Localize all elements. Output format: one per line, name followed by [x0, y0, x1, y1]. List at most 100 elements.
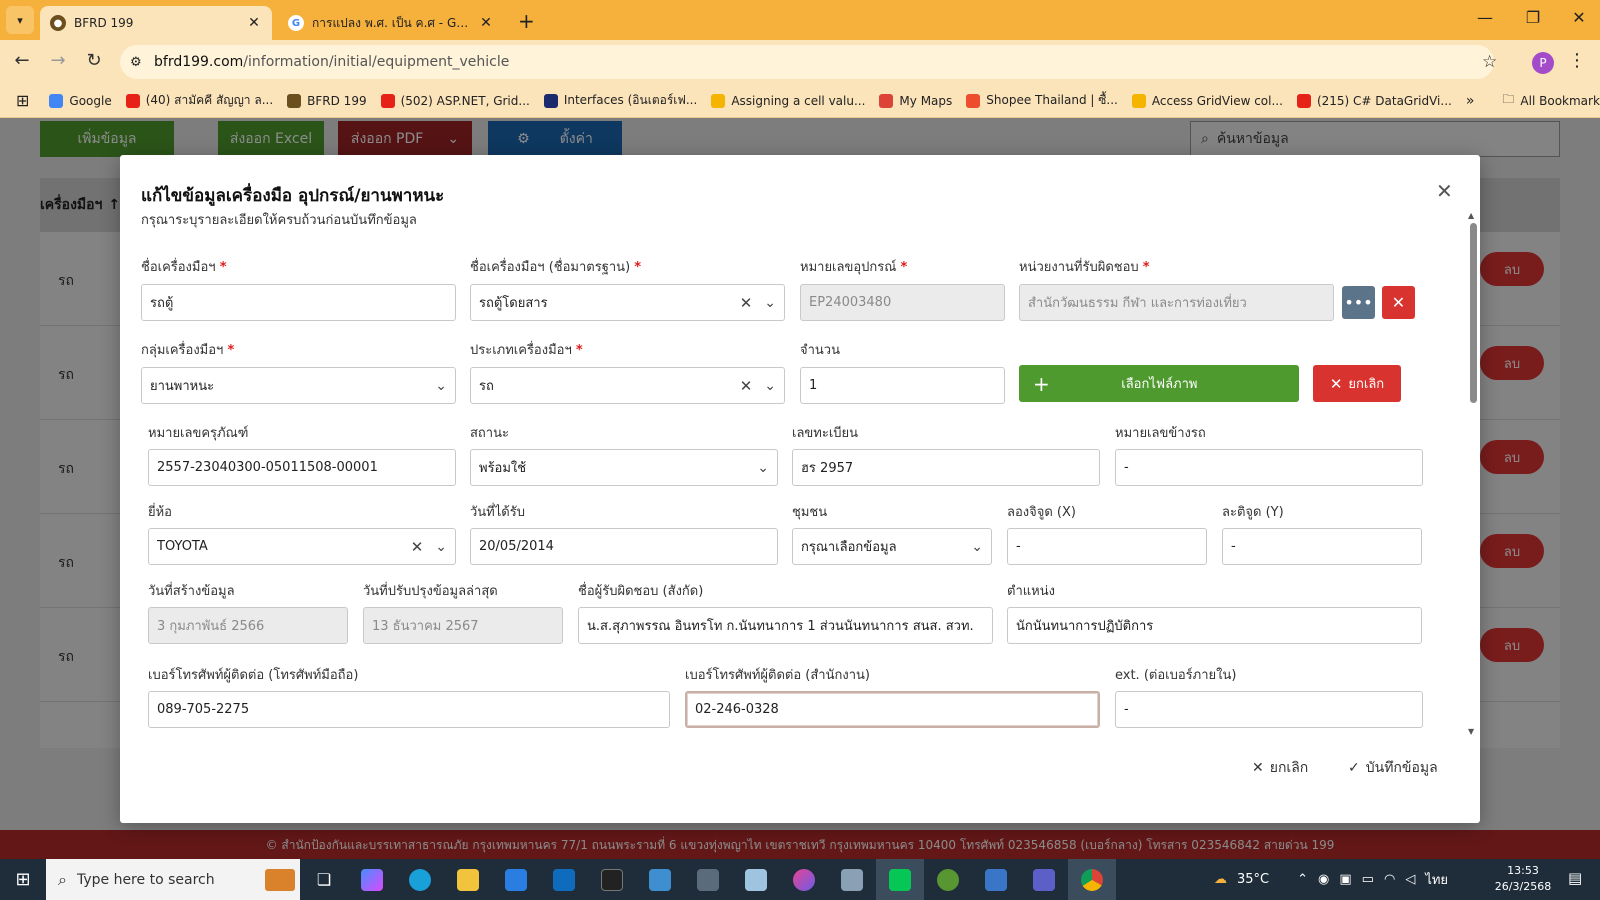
wifi-icon[interactable]: ◠ [1384, 872, 1395, 887]
browser-menu-icon[interactable]: ⋮ [1568, 50, 1586, 71]
brand-select[interactable]: TOYOTA ✕ ⌄ [148, 528, 456, 565]
lon-input[interactable]: - [1007, 528, 1207, 565]
lat-input[interactable]: - [1222, 528, 1422, 565]
bookmark-item[interactable]: Access GridView col... [1131, 93, 1283, 108]
choose-image-button[interactable]: + เลือกไฟล์ภาพ [1019, 365, 1299, 402]
teams-icon[interactable] [1020, 859, 1068, 900]
clear-icon[interactable]: ✕ [740, 377, 753, 395]
bookmark-item[interactable]: (40) สามัคคี สัญญา ล... [125, 91, 273, 110]
chevron-down-icon[interactable]: ⌄ [764, 378, 776, 394]
chevron-down-icon[interactable]: ⌄ [764, 295, 776, 311]
mobile-input[interactable]: 089-705-2275 [148, 691, 670, 728]
std-name-select[interactable]: รถตู้โดยสาร ✕ ⌄ [470, 284, 785, 321]
cancel-image-button[interactable]: ✕ ยกเลิก [1313, 365, 1401, 402]
tray-overflow-icon[interactable]: ⌃ [1297, 872, 1308, 887]
restore-icon[interactable]: ❐ [1518, 8, 1548, 27]
chevron-down-icon[interactable]: ⌄ [435, 539, 447, 555]
url-field[interactable]: bfrd199.com/information/initial/equipmen… [120, 45, 1494, 79]
profile-avatar[interactable]: P [1532, 52, 1554, 74]
outlook-icon[interactable] [540, 859, 588, 900]
clear-icon[interactable]: ✕ [740, 294, 753, 312]
bookmark-item[interactable]: Google [49, 93, 112, 108]
modal-scrollbar[interactable]: ▲ ▼ [1468, 211, 1478, 736]
position-input[interactable]: นักนันทนาการปฏิบัติการ [1007, 607, 1422, 644]
bookmark-item[interactable]: Shopee Thailand | ซื้... [966, 91, 1118, 110]
tab-bfrd[interactable]: ● BFRD 199 ✕ [40, 6, 272, 40]
notification-icon[interactable]: ▤ [1568, 869, 1582, 887]
camera-icon[interactable]: ▣ [1339, 872, 1351, 887]
modal-subtitle: กรุณาระบุรายละเอียดให้ครบถ้วนก่อนบันทึกข… [141, 213, 417, 228]
network-app-icon[interactable] [972, 859, 1020, 900]
control-panel-icon[interactable] [636, 859, 684, 900]
qty-input[interactable]: 1 [800, 367, 1005, 404]
qgis-icon[interactable] [924, 859, 972, 900]
bookmark-item[interactable]: (502) ASP.NET, Grid... [380, 93, 530, 108]
reload-icon[interactable]: ↻ [82, 50, 106, 71]
all-bookmarks[interactable]: 🗀 All Bookmarks [1502, 90, 1600, 111]
file-explorer-icon[interactable] [444, 859, 492, 900]
received-date-input[interactable]: 20/05/2014 [470, 528, 778, 565]
taskbar-search-input[interactable]: ⌕ Type here to search [46, 859, 300, 900]
bookmark-item[interactable]: (215) C# DataGridVi... [1296, 93, 1452, 108]
asset-no-input[interactable]: 2557-23040300-05011508-00001 [148, 449, 456, 486]
bookmarks-overflow-icon[interactable]: » [1466, 93, 1475, 109]
group-select[interactable]: ยานพาหนะ ⌄ [141, 367, 456, 404]
modal-cancel-button[interactable]: ✕ ยกเลิก [1252, 757, 1308, 779]
tab-close-icon[interactable]: ✕ [246, 15, 262, 31]
bookmark-item[interactable]: My Maps [879, 93, 952, 108]
modal-save-button[interactable]: ✓ บันทึกข้อมูล [1348, 757, 1438, 779]
weather-temp[interactable]: 35°C [1237, 872, 1269, 887]
minimize-icon[interactable]: — [1470, 8, 1500, 27]
site-info-icon[interactable]: ⚙ [130, 55, 142, 70]
tools-icon[interactable] [828, 859, 876, 900]
new-tab-icon[interactable]: + [518, 9, 535, 33]
owner-input[interactable]: น.ส.สุภาพรรณ อินทรโท ก.นันทนาการ 1 ส่วนน… [578, 607, 993, 644]
tab-google[interactable]: G การแปลง พ.ศ. เป็น ค.ศ - Google S ✕ [278, 6, 504, 40]
bookmark-item[interactable]: Assigning a cell valu... [711, 93, 865, 108]
tool-name-input[interactable]: รถตู้ [141, 284, 456, 321]
side-no-input[interactable]: - [1115, 449, 1423, 486]
dept-clear-button[interactable]: ✕ [1382, 286, 1415, 319]
edge-icon[interactable] [396, 859, 444, 900]
taskbar-clock[interactable]: 13:53 26/3/2568 [1488, 863, 1558, 895]
office-phone-input[interactable]: 02-246-0328 [685, 691, 1100, 728]
terminal-icon[interactable] [588, 859, 636, 900]
tab-search-chevron-icon[interactable]: ▾ [6, 6, 34, 34]
input-language[interactable]: ไทย [1425, 869, 1448, 890]
forward-icon[interactable]: → [46, 50, 70, 71]
back-icon[interactable]: ← [10, 50, 34, 71]
line-icon[interactable] [876, 859, 924, 900]
modal-close-icon[interactable]: ✕ [1436, 179, 1453, 203]
task-view-icon[interactable]: ❏ [300, 859, 348, 900]
copilot-icon[interactable] [348, 859, 396, 900]
windows-taskbar: ⊞ ⌕ Type here to search ❏ ☁ 35°C ⌃ ◉ ▣ ▭ … [0, 859, 1600, 900]
chevron-down-icon[interactable]: ⌄ [971, 539, 983, 555]
bookmark-item[interactable]: BFRD 199 [287, 93, 367, 108]
calculator-icon[interactable] [684, 859, 732, 900]
status-select[interactable]: พร้อมใช้ ⌄ [470, 449, 778, 486]
bookmark-star-icon[interactable]: ☆ [1482, 52, 1497, 72]
chevron-down-icon[interactable]: ⌄ [757, 460, 769, 476]
chrome-icon[interactable] [1068, 859, 1116, 900]
ext-input[interactable]: - [1115, 691, 1423, 728]
community-select[interactable]: กรุณาเลือกข้อมูล ⌄ [792, 528, 992, 565]
scroll-thumb[interactable] [1470, 223, 1477, 403]
bookmark-item[interactable]: Interfaces (อินเตอร์เฟ... [543, 91, 697, 110]
windows-start-icon[interactable]: ⊞ [0, 859, 46, 900]
chevron-down-icon[interactable]: ⌄ [435, 378, 447, 394]
plate-input[interactable]: ฮร 2957 [792, 449, 1100, 486]
tray-app-icon[interactable]: ◉ [1318, 872, 1329, 887]
store-icon[interactable] [492, 859, 540, 900]
type-select[interactable]: รถ ✕ ⌄ [470, 367, 785, 404]
scroll-down-icon[interactable]: ▼ [1468, 727, 1474, 736]
volume-icon[interactable]: ◁ [1405, 872, 1415, 887]
notes-icon[interactable] [732, 859, 780, 900]
clear-icon[interactable]: ✕ [411, 538, 424, 556]
monitor-icon[interactable]: ▭ [1362, 872, 1374, 887]
window-close-icon[interactable]: ✕ [1564, 8, 1594, 27]
tab-close-icon[interactable]: ✕ [478, 15, 494, 31]
apps-grid-icon[interactable]: ⊞ [16, 91, 29, 110]
paint-icon[interactable] [780, 859, 828, 900]
scroll-up-icon[interactable]: ▲ [1468, 211, 1474, 220]
dept-browse-button[interactable]: ••• [1342, 286, 1375, 319]
